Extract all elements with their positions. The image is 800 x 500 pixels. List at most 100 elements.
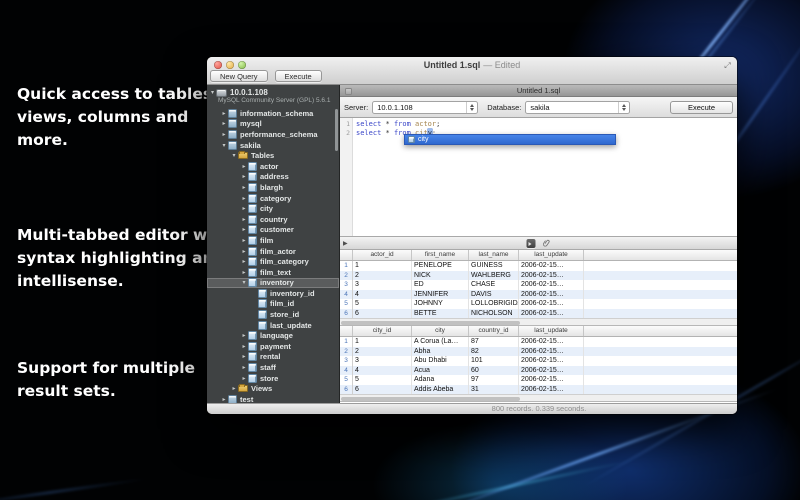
tree-item-film[interactable]: ▸film (207, 235, 339, 246)
cell[interactable]: 2006-02-15… (519, 271, 584, 281)
tree-item-category[interactable]: ▸category (207, 193, 339, 204)
disclosure-expanded-icon[interactable]: ▾ (230, 152, 238, 159)
database-dropdown[interactable]: sakila (525, 101, 630, 114)
disclosure-collapsed-icon[interactable]: ▸ (240, 205, 248, 212)
cell[interactable]: 1 (353, 261, 412, 271)
results-disclosure-icon[interactable]: ▶ (343, 241, 348, 248)
cell[interactable]: JOHNNY (412, 299, 469, 309)
cell[interactable]: PENELOPE (412, 261, 469, 271)
cell[interactable]: Acua (412, 366, 469, 376)
cell[interactable]: 2006-02-15… (519, 356, 584, 366)
zoom-button[interactable] (238, 61, 246, 69)
column-header-first_name[interactable]: first_name (412, 250, 469, 260)
disclosure-collapsed-icon[interactable]: ▸ (230, 385, 238, 392)
column-header-city_id[interactable]: city_id (353, 326, 412, 336)
cell[interactable]: CHASE (469, 280, 519, 290)
scrollbar-thumb[interactable] (341, 397, 520, 402)
cell[interactable]: Abha (412, 347, 469, 357)
tree-item-test[interactable]: ▸test (207, 394, 339, 403)
cell[interactable]: Adana (412, 375, 469, 385)
cell[interactable]: Addis Abeba (412, 385, 469, 395)
server-header[interactable]: ▾ 10.0.1.108 MySQL Community Server (GPL… (207, 85, 339, 106)
table-row[interactable]: 33Abu Dhabi1012006-02-15… (340, 356, 737, 366)
table-row[interactable]: 33EDCHASE2006-02-15… (340, 280, 737, 290)
cell[interactable]: DAVIS (469, 290, 519, 300)
cell[interactable]: 2006-02-15… (519, 299, 584, 309)
cell[interactable]: 87 (469, 337, 519, 347)
cell[interactable]: JENNIFER (412, 290, 469, 300)
cell[interactable]: NICK (412, 271, 469, 281)
table-row[interactable]: 22Abha822006-02-15… (340, 347, 737, 357)
disclosure-collapsed-icon[interactable]: ▸ (240, 353, 248, 360)
cell[interactable]: 2006-02-15… (519, 290, 584, 300)
tree-item-store_id[interactable]: store_id (207, 309, 339, 320)
tree-item-blargh[interactable]: ▸blargh (207, 182, 339, 193)
tree-item-film_actor[interactable]: ▸film_actor (207, 246, 339, 257)
tree-item-payment[interactable]: ▸payment (207, 341, 339, 352)
table-row[interactable]: 55JOHNNYLOLLOBRIGIDA2006-02-15… (340, 299, 737, 309)
disclosure-collapsed-icon[interactable]: ▸ (240, 216, 248, 223)
cell[interactable]: 5 (353, 375, 412, 385)
cell[interactable]: 6 (353, 385, 412, 395)
cell[interactable]: 3 (353, 280, 412, 290)
disclosure-collapsed-icon[interactable]: ▸ (220, 110, 228, 117)
cell[interactable]: 3 (353, 356, 412, 366)
disclosure-collapsed-icon[interactable]: ▸ (240, 163, 248, 170)
table-row[interactable]: 66BETTENICHOLSON2006-02-15… (340, 309, 737, 319)
sql-editor[interactable]: 12 select * from actor;select * from cit… (340, 118, 737, 236)
horizontal-scrollbar[interactable] (340, 318, 737, 326)
column-header-country_id[interactable]: country_id (469, 326, 519, 336)
tree-item-film_text[interactable]: ▸film_text (207, 267, 339, 278)
disclosure-expanded-icon[interactable]: ▾ (220, 142, 228, 149)
tab-untitled-1[interactable]: Untitled 1.sql (340, 85, 737, 97)
scrollbar-thumb[interactable] (341, 321, 520, 326)
export-results-icon[interactable] (526, 239, 535, 248)
tree-item-actor[interactable]: ▸actor (207, 161, 339, 172)
disclosure-expanded-icon[interactable]: ▾ (209, 89, 216, 96)
table-row[interactable]: 66Addis Abeba312006-02-15… (340, 385, 737, 395)
server-dropdown[interactable]: 10.0.1.108 (372, 101, 478, 114)
tree-item-mysql[interactable]: ▸mysql (207, 119, 339, 130)
new-query-button[interactable]: New Query (210, 70, 268, 82)
cell[interactable]: NICHOLSON (469, 309, 519, 319)
disclosure-collapsed-icon[interactable]: ▸ (220, 396, 228, 403)
table-row[interactable]: 44Acua602006-02-15… (340, 366, 737, 376)
horizontal-scrollbar[interactable] (340, 394, 737, 402)
cell[interactable]: 2006-02-15… (519, 347, 584, 357)
cell[interactable]: 4 (353, 290, 412, 300)
cell[interactable]: 101 (469, 356, 519, 366)
table-row[interactable]: 55Adana972006-02-15… (340, 375, 737, 385)
cell[interactable]: WAHLBERG (469, 271, 519, 281)
disclosure-collapsed-icon[interactable]: ▸ (240, 237, 248, 244)
disclosure-collapsed-icon[interactable]: ▸ (240, 269, 248, 276)
tree-item-last_update[interactable]: last_update (207, 320, 339, 331)
disclosure-expanded-icon[interactable]: ▾ (240, 279, 248, 286)
cell[interactable]: LOLLOBRIGIDA (469, 299, 519, 309)
cell[interactable]: 82 (469, 347, 519, 357)
tree-item-country[interactable]: ▸country (207, 214, 339, 225)
tree-item-staff[interactable]: ▸staff (207, 362, 339, 373)
column-header-city[interactable]: city (412, 326, 469, 336)
disclosure-collapsed-icon[interactable]: ▸ (240, 375, 248, 382)
cell[interactable]: 2006-02-15… (519, 385, 584, 395)
column-header-actor_id[interactable]: actor_id (353, 250, 412, 260)
title-bar[interactable]: Untitled 1.sql— Edited ⤢ New Query Execu… (207, 57, 737, 85)
column-header-last_update[interactable]: last_update (519, 250, 584, 260)
sidebar-scrollbar[interactable] (335, 109, 338, 151)
disclosure-collapsed-icon[interactable]: ▸ (240, 343, 248, 350)
table-row[interactable]: 11A Corua (La…872006-02-15… (340, 337, 737, 347)
cell[interactable]: 2006-02-15… (519, 337, 584, 347)
cell[interactable]: 2 (353, 271, 412, 281)
tab-bar-button[interactable] (345, 88, 352, 95)
tree-item-language[interactable]: ▸language (207, 330, 339, 341)
tree-item-inventory_id[interactable]: inventory_id (207, 288, 339, 299)
table-row[interactable]: 22NICKWAHLBERG2006-02-15… (340, 271, 737, 281)
paperclip-icon[interactable] (542, 239, 551, 248)
cell[interactable]: 2006-02-15… (519, 375, 584, 385)
tree-item-store[interactable]: ▸store (207, 373, 339, 384)
tree-item-address[interactable]: ▸address (207, 172, 339, 183)
cell[interactable]: 2006-02-15… (519, 280, 584, 290)
tree-item-sakila[interactable]: ▾sakila (207, 140, 339, 151)
cell[interactable]: ED (412, 280, 469, 290)
disclosure-collapsed-icon[interactable]: ▸ (240, 195, 248, 202)
